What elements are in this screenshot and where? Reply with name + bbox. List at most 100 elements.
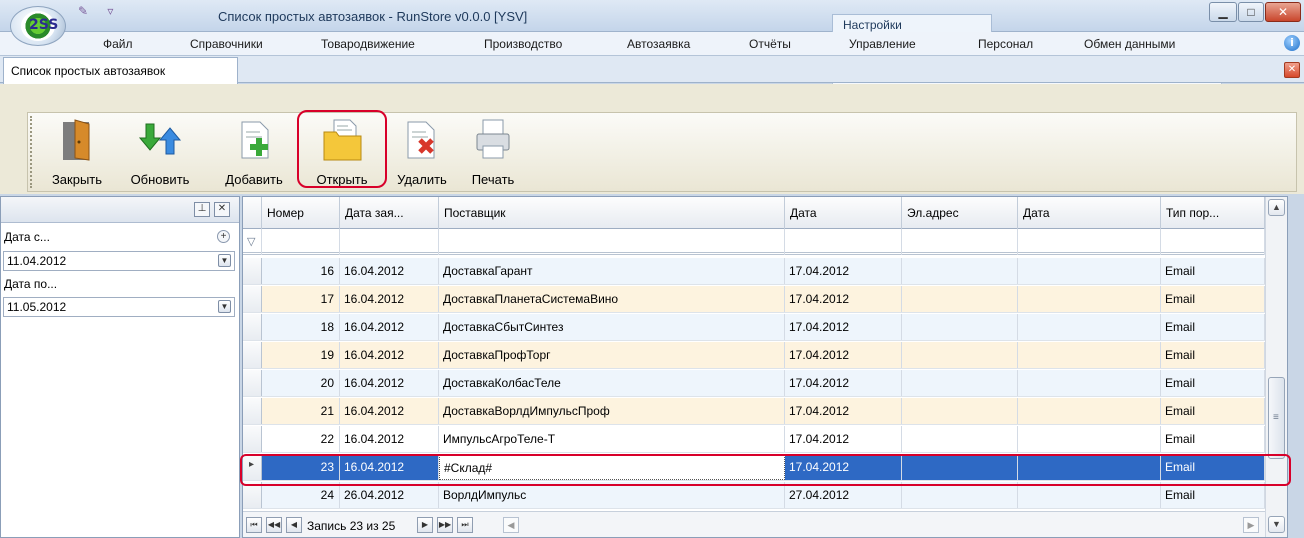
cell-order-date[interactable]: 16.04.2012 — [340, 314, 439, 340]
cell-order-type[interactable]: Email — [1161, 426, 1265, 452]
scroll-up-icon[interactable]: ▲ — [1268, 199, 1285, 216]
cell-number[interactable]: 17 — [262, 286, 340, 312]
table-row[interactable]: 21 16.04.2012 ДоставкаВорлдИмпульсПроф 17.0… — [243, 398, 1287, 425]
next-page-icon[interactable]: ▶▶ — [437, 517, 453, 533]
scroll-right-icon[interactable]: ▶ — [1243, 517, 1259, 533]
toolbar-grip[interactable] — [30, 116, 34, 188]
table-row[interactable]: 18 16.04.2012 ДоставкаСбытСинтез 17.04.2012… — [243, 314, 1287, 341]
date-from-field[interactable]: 11.04.2012 ▼ — [3, 251, 235, 271]
scroll-left-icon[interactable]: ◀ — [503, 517, 519, 533]
header-email[interactable]: Эл.адрес — [902, 197, 1018, 229]
cell-date-2[interactable] — [1018, 314, 1161, 340]
first-record-icon[interactable]: ⏮ — [246, 517, 262, 533]
close-window-button[interactable]: ✕ — [1265, 2, 1301, 22]
header-supplier[interactable]: Поставщик — [439, 197, 785, 229]
close-panel-icon[interactable]: ✕ — [214, 202, 230, 217]
cell-supplier[interactable]: ДоставкаПланетаСистемаВино — [439, 286, 785, 312]
table-row[interactable]: 19 16.04.2012 ДоставкаПрофТорг 17.04.2012 Em… — [243, 342, 1287, 369]
chevron-down-icon[interactable]: ▼ — [218, 300, 231, 313]
cell-supplier[interactable]: ДоставкаГарант — [439, 258, 785, 284]
cell-email[interactable] — [902, 426, 1018, 452]
prev-page-icon[interactable]: ◀◀ — [266, 517, 282, 533]
cell-number[interactable]: 21 — [262, 398, 340, 424]
scrollbar-thumb[interactable]: ≡ — [1268, 377, 1285, 459]
scroll-down-icon[interactable]: ▼ — [1268, 516, 1285, 533]
cell-number[interactable]: 22 — [262, 426, 340, 452]
table-row[interactable]: 20 16.04.2012 ДоставкаКолбасТеле 17.04.2012… — [243, 370, 1287, 397]
cell-number[interactable]: 18 — [262, 314, 340, 340]
cell-order-type[interactable]: Email — [1161, 398, 1265, 424]
cell-date-2[interactable] — [1018, 370, 1161, 396]
menu-staff[interactable]: Персонал — [978, 37, 1033, 51]
cell-order-date[interactable]: 16.04.2012 — [340, 370, 439, 396]
header-order-date[interactable]: Дата зая... — [340, 197, 439, 229]
menu-production[interactable]: Производство — [484, 37, 562, 51]
row-indicator[interactable] — [243, 314, 262, 340]
row-indicator[interactable] — [243, 258, 262, 284]
cell-email[interactable] — [902, 314, 1018, 340]
info-icon[interactable]: i — [1284, 35, 1300, 51]
context-tab-settings[interactable]: Настройки — [832, 14, 992, 32]
cell-date[interactable]: 17.04.2012 — [785, 398, 902, 424]
cell-number[interactable]: 19 — [262, 342, 340, 368]
header-order-type[interactable]: Тип пор... — [1161, 197, 1265, 229]
cell-order-date[interactable]: 16.04.2012 — [340, 426, 439, 452]
row-indicator[interactable] — [243, 426, 262, 452]
cell-order-date[interactable]: 16.04.2012 — [340, 398, 439, 424]
last-record-icon[interactable]: ⏭ — [457, 517, 473, 533]
row-indicator[interactable] — [243, 370, 262, 396]
table-row[interactable]: 22 16.04.2012 ИмпульсАгроТеле-Т 17.04.2012 E… — [243, 426, 1287, 453]
vertical-scrollbar[interactable]: ▲ ≡ ▼ — [1265, 197, 1287, 537]
cell-order-date[interactable]: 16.04.2012 — [340, 286, 439, 312]
table-row[interactable]: 24 26.04.2012 ВорлдИмпульс 27.04.2012 Email — [243, 482, 1287, 509]
menu-catalogs[interactable]: Справочники — [190, 37, 263, 51]
menu-reports[interactable]: Отчёты — [749, 37, 791, 51]
refresh-button[interactable]: Обновить — [124, 118, 196, 190]
cell-date[interactable]: 17.04.2012 — [785, 342, 902, 368]
cell-date-2[interactable] — [1018, 398, 1161, 424]
cell-date[interactable]: 17.04.2012 — [785, 370, 902, 396]
cell-date[interactable]: 17.04.2012 — [785, 426, 902, 452]
date-to-field[interactable]: 11.05.2012 ▼ — [3, 297, 235, 317]
header-date-2[interactable]: Дата — [1018, 197, 1161, 229]
cell-supplier[interactable]: ДоставкаКолбасТеле — [439, 370, 785, 396]
cell-number[interactable]: 16 — [262, 258, 340, 284]
table-row[interactable]: 16 16.04.2012 ДоставкаГарант 17.04.2012 Emai… — [243, 258, 1287, 285]
table-row[interactable]: 17 16.04.2012 ДоставкаПланетаСистемаВино 17… — [243, 286, 1287, 313]
tab-auto-order-list[interactable]: Список простых автозаявок — [3, 57, 238, 84]
row-indicator[interactable] — [243, 286, 262, 312]
row-indicator[interactable] — [243, 342, 262, 368]
close-tab-icon[interactable]: ✕ — [1284, 62, 1300, 78]
cell-date-2[interactable] — [1018, 426, 1161, 452]
grid-filter-row[interactable]: ▽ — [243, 229, 1287, 255]
cell-order-type[interactable]: Email — [1161, 286, 1265, 312]
cell-email[interactable] — [902, 370, 1018, 396]
cell-email[interactable] — [902, 398, 1018, 424]
cell-number[interactable]: 20 — [262, 370, 340, 396]
app-logo-button[interactable]: 2SS — [10, 6, 66, 46]
cell-date-2[interactable] — [1018, 342, 1161, 368]
maximize-button[interactable]: □ — [1238, 2, 1264, 22]
cell-date[interactable]: 17.04.2012 — [785, 286, 902, 312]
cell-email[interactable] — [902, 258, 1018, 284]
delete-button[interactable]: Удалить — [386, 118, 458, 190]
cell-supplier[interactable]: ИмпульсАгроТеле-Т — [439, 426, 785, 452]
cell-supplier[interactable]: ДоставкаПрофТорг — [439, 342, 785, 368]
menu-management[interactable]: Управление — [849, 37, 916, 51]
chevron-down-icon[interactable]: ▼ — [218, 254, 231, 267]
next-record-icon[interactable]: ▶ — [417, 517, 433, 533]
cell-order-type[interactable]: Email — [1161, 370, 1265, 396]
cell-order-date[interactable]: 16.04.2012 — [340, 258, 439, 284]
menu-auto-order[interactable]: Автозаявка — [627, 37, 690, 51]
prev-record-icon[interactable]: ◀ — [286, 517, 302, 533]
cell-date-2[interactable] — [1018, 286, 1161, 312]
menu-data-exchange[interactable]: Обмен данными — [1084, 37, 1175, 51]
pin-icon[interactable]: ⊥ — [194, 202, 210, 217]
cell-order-type[interactable]: Email — [1161, 258, 1265, 284]
minimize-button[interactable]: ▁ — [1209, 2, 1237, 22]
cell-email[interactable] — [902, 286, 1018, 312]
cell-date[interactable]: 17.04.2012 — [785, 258, 902, 284]
cell-supplier[interactable]: ДоставкаСбытСинтез — [439, 314, 785, 340]
menu-file[interactable]: Файл — [103, 37, 133, 51]
header-number[interactable]: Номер — [262, 197, 340, 229]
